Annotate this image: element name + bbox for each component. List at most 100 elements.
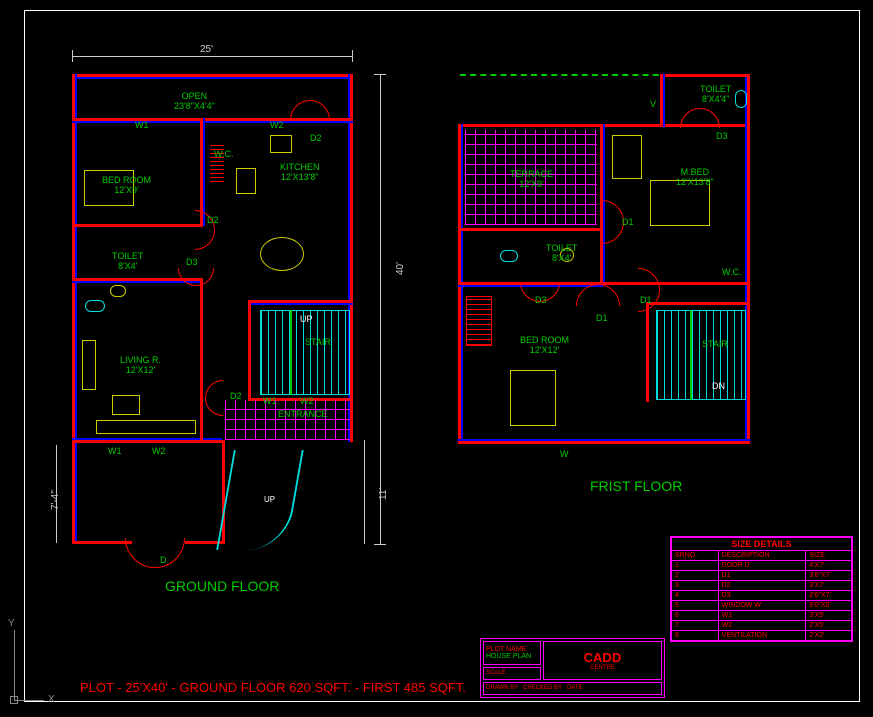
dim-25: 25' [200,44,213,55]
wall [72,541,132,544]
wall [458,439,750,441]
label-bedroom-ff: BED ROOM 12'X12' [520,336,569,356]
label-up: UP [300,315,313,325]
tb-plotname: PLOT NAME [486,646,538,653]
label-bedroom-gf: BED ROOM 12'X9' [102,176,151,196]
ucs-x-label: X [48,694,55,705]
wall [663,74,665,127]
dim-ent [364,440,365,544]
dim-tick [72,50,73,62]
w2b-gf: W2 [152,447,166,457]
col-srno: SRNO. [672,551,719,561]
wall [248,300,251,400]
wall [646,302,750,305]
wc-steps-ff [466,296,492,346]
wall [248,303,353,305]
stove [236,168,256,194]
wall [72,77,353,79]
d3b-ff: D3 [535,296,547,306]
w1c-gf: W1 [263,397,277,407]
tv-unit [112,395,140,415]
stair-rail [290,310,292,395]
wall [458,228,603,231]
driveway [216,450,304,550]
door-arc [616,268,660,312]
plot-summary: PLOT - 25'X40' - GROUND FLOOR 620 SQFT. … [80,680,466,695]
col-size: SIZE [806,551,852,561]
door-arc [680,108,720,148]
wall [200,278,203,443]
wall [458,441,750,444]
wall [747,74,750,444]
d1a-ff: D1 [622,218,634,228]
first-floor-title: FRIST FLOOR [590,478,682,494]
w2c-gf: W2 [300,397,314,407]
dim-74: 7'-4" [50,490,61,510]
sofa-side [82,340,96,390]
label-terrace: TERRACE 12'X9' [510,170,553,190]
ground-floor-title: GROUND FLOOR [165,578,279,594]
ucs-y-label: Y [8,618,15,629]
wall [646,302,649,402]
wc-fixture [85,300,105,312]
wall [660,74,750,77]
label-toilet-ff: TOILET 8'X4' [546,244,577,264]
door-arc [178,250,214,286]
d3-gf: D3 [186,258,198,268]
w1b-gf: W1 [108,447,122,457]
dim-right [380,74,381,544]
wall [203,118,205,226]
tb-sub: CENTRE [546,665,659,671]
door-arc-main [125,508,185,568]
ucs-origin-icon [10,696,18,704]
wc-ff [500,250,518,262]
basin [110,285,126,297]
stair-ff [656,310,746,400]
wall [600,282,750,285]
wall [75,74,77,544]
label-open: OPEN 23'8"X4'4" [174,92,215,112]
d1b-ff: D1 [596,314,608,324]
dim-tick [374,74,386,75]
tb-houseplan: HOUSE PLAN [486,653,538,660]
wall [72,121,353,123]
dining-table [260,237,304,271]
sink [270,135,292,153]
bed-ff [510,370,556,426]
dim-11: 11' [378,488,389,500]
label-v: V [650,100,656,110]
d-gf: D [160,556,167,566]
wall [72,224,203,227]
title-block: PLOT NAME HOUSE PLAN CADD CENTRE SCALE D… [480,638,665,698]
wc-top [735,90,747,108]
cad-canvas: OPEN 23'8"X4'4" BED ROOM 12'X9' W.C. KIT… [0,0,873,717]
dim-top [72,56,353,57]
w1-gf: W1 [135,121,149,131]
stair-rail-ff [690,310,692,400]
w2-gf: W2 [270,121,284,131]
label-up2: UP [264,496,275,505]
label-wc-gf: W.C. [214,150,234,160]
label-stair-gf: STAIR [305,338,331,348]
entrance-hatch [225,400,350,440]
label-toilet-gf: TOILET 8'X4' [112,252,143,272]
sofa-long [96,420,196,434]
dim-tick [374,544,386,545]
wardrobe [612,135,642,179]
dim-40: 40' [395,262,406,275]
wc-hatch [210,142,224,182]
label-dn: DN [712,382,725,392]
d2b-gf: D2 [207,216,219,226]
col-desc: DESCRIPTION [718,551,806,561]
label-kitchen: KITCHEN 12'X13'8" [280,163,320,183]
label-wc-ff: W.C. [722,268,742,278]
d2c-gf: D2 [230,392,242,402]
label-toilet-ff-top: TOILET 8'X4'4" [700,85,731,105]
d3a-ff: D3 [716,132,728,142]
d1c-ff: D1 [640,296,652,306]
ucs-y-axis [14,630,15,700]
d2-gf: D2 [310,134,322,144]
label-living: LIVING R. 12'X12' [120,356,161,376]
ucs-x-axis [14,700,44,701]
tb-company: CADD [546,650,659,665]
